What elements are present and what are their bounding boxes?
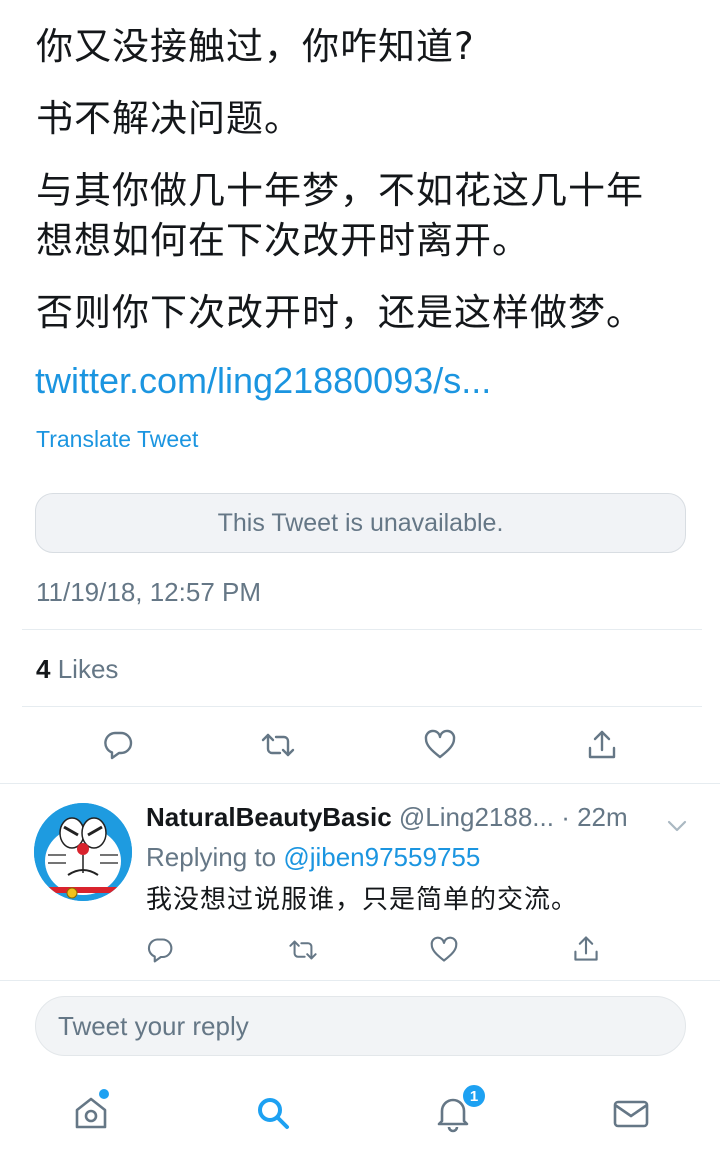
- notification-badge: 1: [461, 1083, 487, 1109]
- reply-icon: [104, 731, 133, 760]
- tweet-timestamp: 11/19/18, 12:57 PM: [36, 577, 262, 607]
- share-icon: [574, 936, 598, 961]
- home-icon: [75, 1097, 107, 1129]
- heart-icon: [424, 729, 456, 759]
- retweet-icon: [261, 733, 295, 757]
- likes-label: Likes: [57, 654, 119, 684]
- replying-to-handle[interactable]: @jiben97559755: [283, 842, 480, 872]
- retweet-icon: [289, 940, 317, 960]
- reply-header: NaturalBeautyBasic @Ling2188... · 22m: [146, 800, 696, 836]
- tab-search[interactable]: [250, 1092, 296, 1134]
- tweet-reply-input[interactable]: Tweet your reply: [35, 996, 686, 1056]
- avatar[interactable]: [34, 803, 132, 901]
- reply-share-button[interactable]: [568, 932, 604, 966]
- reply-text: 我没想过说服谁，只是简单的交流。: [146, 885, 579, 915]
- reply-retweet-button[interactable]: [284, 934, 322, 966]
- share-icon: [588, 730, 616, 759]
- heart-icon: [430, 936, 458, 962]
- tweet-line: 想想如何在下次改开时离开。: [36, 219, 530, 262]
- reply-author-name[interactable]: NaturalBeautyBasic: [146, 802, 392, 832]
- doraemon-avatar-image: [34, 803, 132, 901]
- likes-count-link[interactable]: 4 Likes: [36, 652, 118, 686]
- tweet-line: 与其你做几十年梦，不如花这几十年: [36, 169, 644, 212]
- divider: [0, 980, 720, 981]
- mail-icon: [613, 1100, 649, 1128]
- divider: [22, 629, 702, 630]
- replying-to-prefix: Replying to: [146, 842, 277, 872]
- like-button[interactable]: [418, 725, 462, 765]
- reply-reply-button[interactable]: [142, 934, 178, 966]
- search-icon: [258, 1098, 289, 1129]
- replying-to: Replying to @jiben97559755: [146, 840, 480, 874]
- reply-like-button[interactable]: [426, 934, 462, 966]
- divider: [22, 706, 702, 707]
- tab-home[interactable]: [68, 1092, 114, 1134]
- retweet-button[interactable]: [256, 725, 300, 765]
- reply-button[interactable]: [96, 725, 140, 765]
- reply-icon: [147, 938, 173, 963]
- tweet-line: 你又没接触过，你咋知道?: [36, 25, 475, 68]
- tweet-line: 否则你下次改开时，还是这样做梦。: [36, 291, 644, 334]
- divider: [0, 783, 720, 784]
- tweet-line: 书不解决问题。: [36, 97, 302, 140]
- tweet-text: 你又没接触过，你咋知道? 书不解决问题。 与其你做几十年梦，不如花这几十年 想想…: [36, 22, 696, 338]
- share-button[interactable]: [580, 725, 624, 765]
- reply-time: · 22m: [561, 802, 628, 832]
- reply-author-handle[interactable]: @Ling2188...: [399, 802, 554, 832]
- chevron-down-icon[interactable]: [666, 808, 688, 842]
- translate-tweet-link[interactable]: Translate Tweet: [36, 424, 198, 454]
- tab-messages[interactable]: [608, 1094, 654, 1134]
- home-unread-dot: [99, 1089, 109, 1099]
- tweet-link[interactable]: twitter.com/ling21880093/s...: [35, 356, 491, 406]
- quoted-tweet-card[interactable]: This Tweet is unavailable.: [35, 493, 686, 553]
- quoted-tweet-unavailable-text: This Tweet is unavailable.: [217, 508, 504, 537]
- likes-count: 4: [36, 654, 51, 684]
